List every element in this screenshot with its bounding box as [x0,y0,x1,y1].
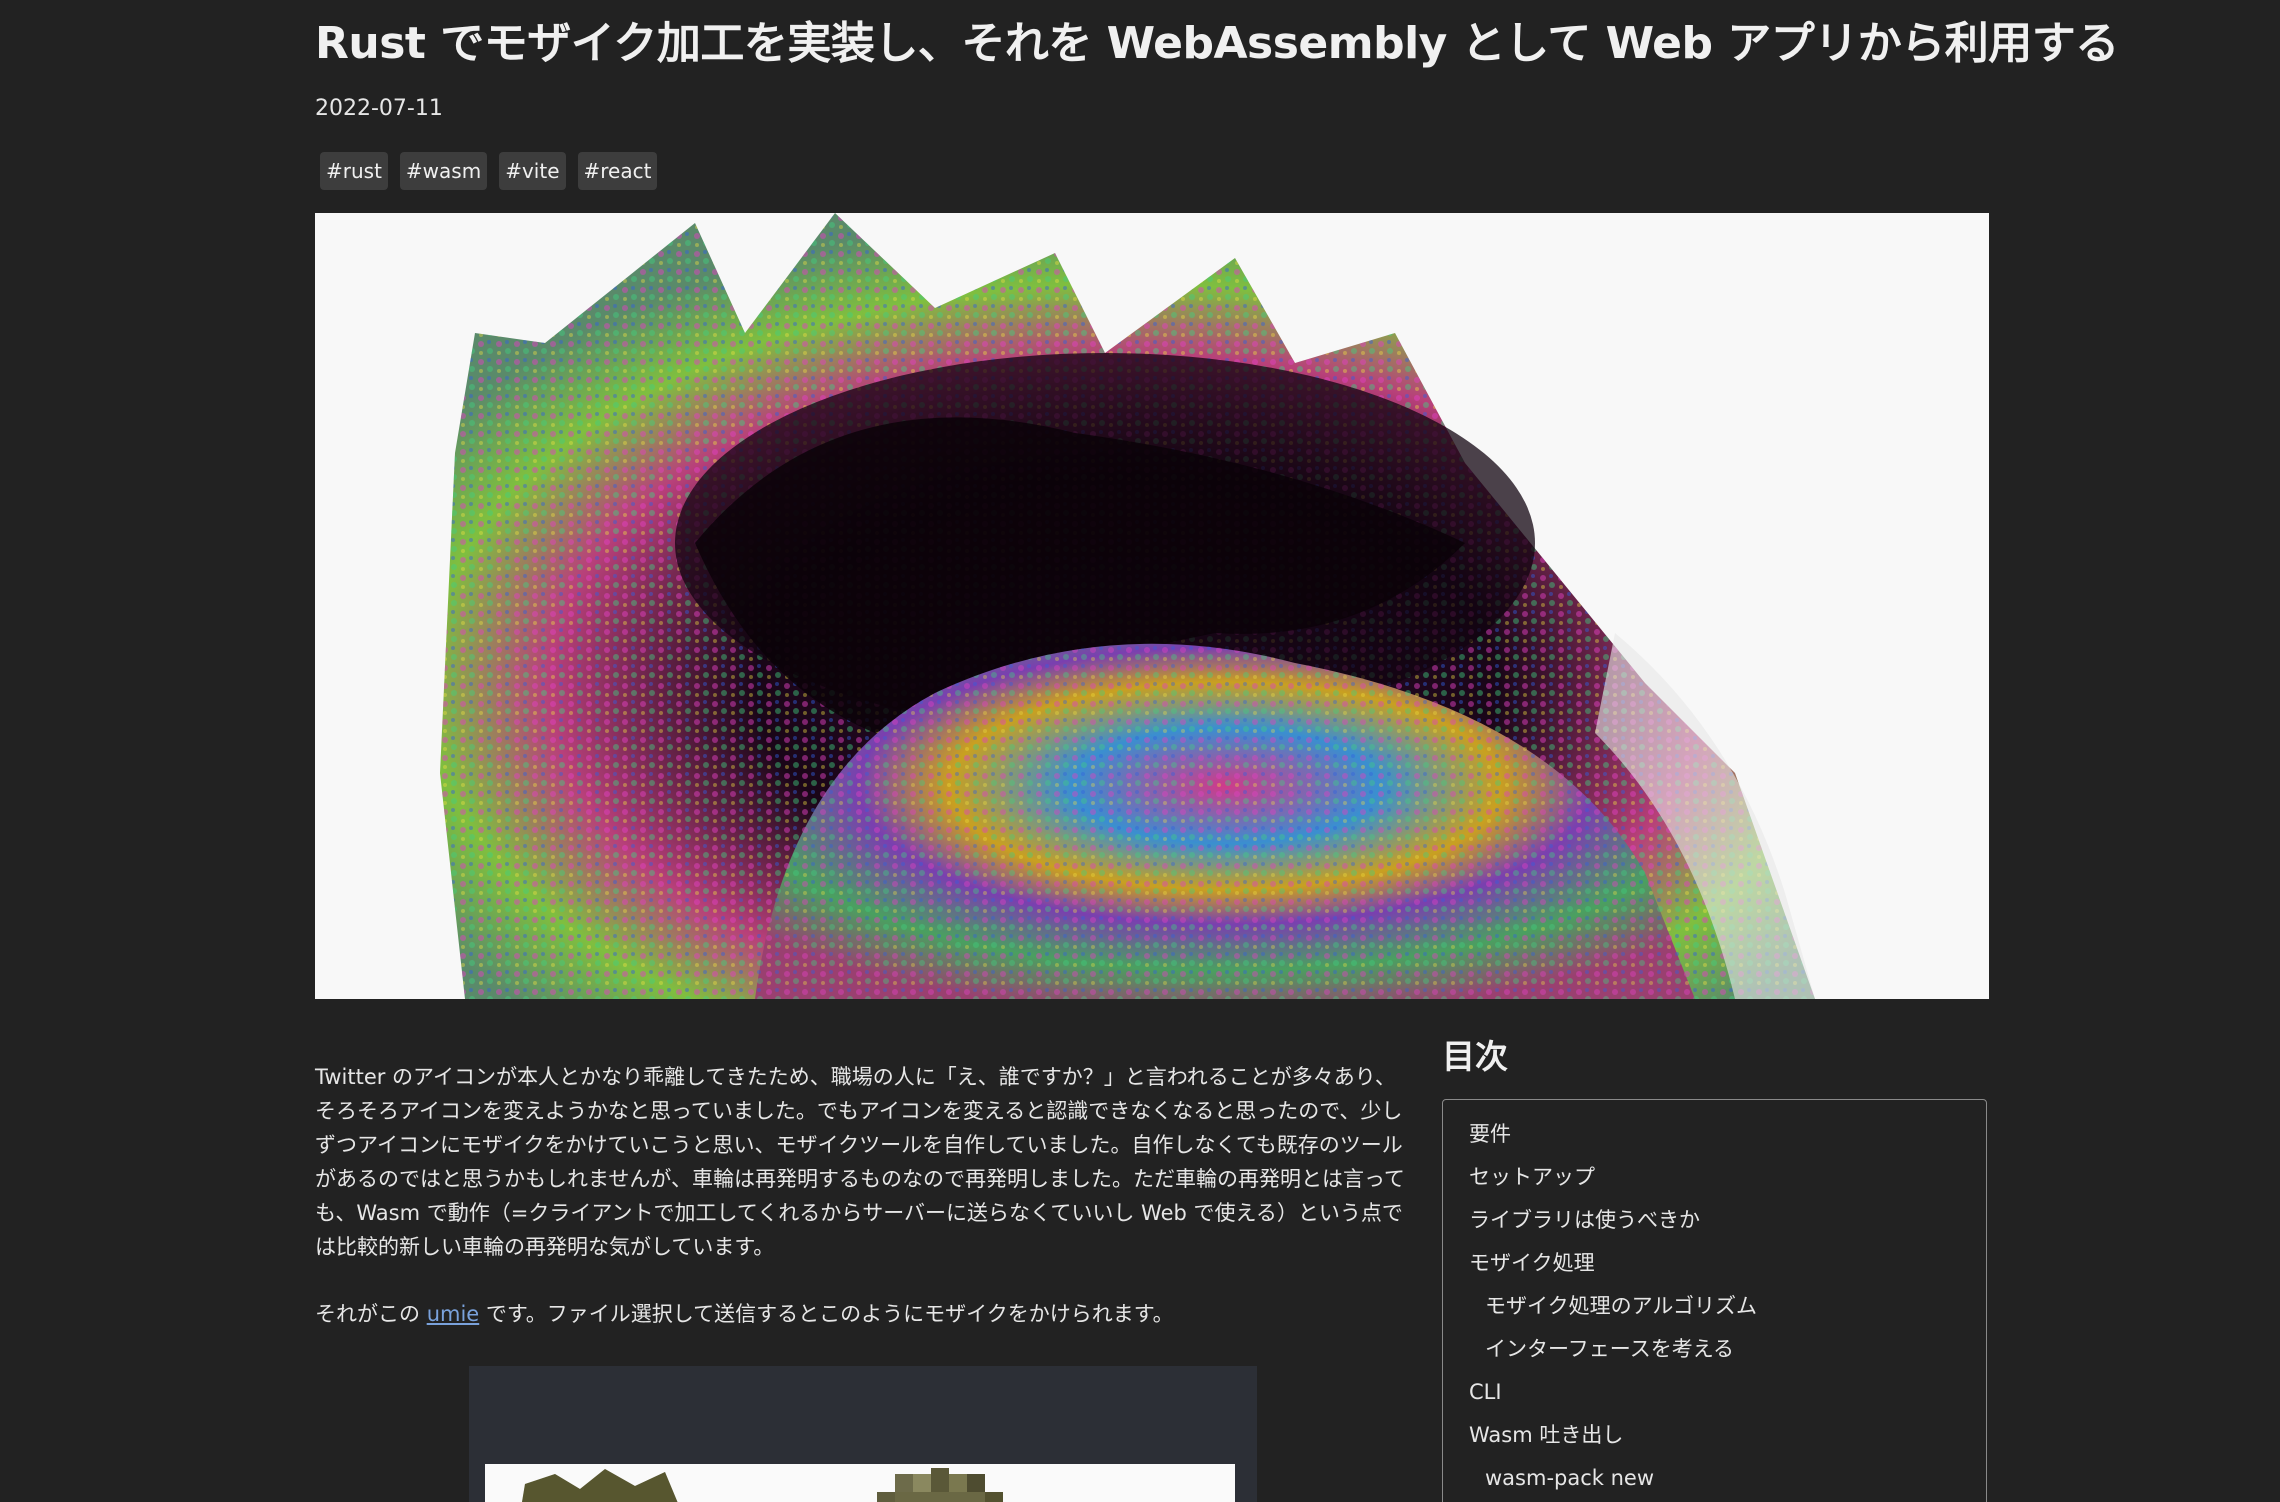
tag-list: #rust #wasm #vite #react [320,152,658,190]
toc-item-library[interactable]: ライブラリは使うべきか [1469,1199,1986,1242]
demo-preview-area [485,1464,1235,1502]
demo-screenshot [469,1366,1257,1502]
article-paragraph-2: それがこの umie です。ファイル選択して送信するとこのようにモザイクをかけら… [315,1297,1405,1331]
toc-item-wasm-pack-new[interactable]: wasm-pack new [1469,1457,1986,1500]
table-of-contents: 要件 セットアップ ライブラリは使うべきか モザイク処理 モザイク処理のアルゴリ… [1442,1099,1987,1502]
post-date: 2022-07-11 [315,96,443,121]
toc-item-mosaic[interactable]: モザイク処理 [1469,1242,1986,1285]
toc-heading: 目次 [1442,1037,1508,1076]
article-paragraph-1: Twitter のアイコンが本人とかなり乖離してきたため、職場の人に「え、誰です… [315,1065,1405,1259]
toc-item-cli[interactable]: CLI [1469,1371,1986,1414]
paragraph-2-text-after: です。ファイル選択して送信するとこのようにモザイクをかけられます。 [479,1302,1174,1326]
toc-item-setup[interactable]: セットアップ [1469,1156,1986,1199]
hero-image [315,213,1989,999]
tag-vite[interactable]: #vite [499,152,566,190]
toc-list: 要件 セットアップ ライブラリは使うべきか モザイク処理 モザイク処理のアルゴリ… [1443,1100,1986,1500]
tag-wasm[interactable]: #wasm [399,152,488,190]
page: Rust でモザイク加工を実装し、それを WebAssembly として Web… [0,0,2280,1502]
toc-item-requirements[interactable]: 要件 [1469,1113,1986,1156]
tag-rust[interactable]: #rust [320,152,388,190]
post-title: Rust でモザイク加工を実装し、それを WebAssembly として Web… [315,18,2119,69]
demo-mosaic-thumbnails [522,1468,1003,1502]
umie-link[interactable]: umie [427,1302,480,1326]
paragraph-2-text-before: それがこの [315,1302,427,1326]
tag-react[interactable]: #react [577,152,658,190]
toc-item-interface[interactable]: インターフェースを考える [1469,1328,1986,1371]
mosaic-artwork [315,213,1989,999]
article-body: Twitter のアイコンが本人とかなり乖離してきたため、職場の人に「え、誰です… [315,1060,1405,1331]
toc-item-wasm-output[interactable]: Wasm 吐き出し [1469,1414,1986,1457]
toc-item-mosaic-algorithm[interactable]: モザイク処理のアルゴリズム [1469,1285,1986,1328]
